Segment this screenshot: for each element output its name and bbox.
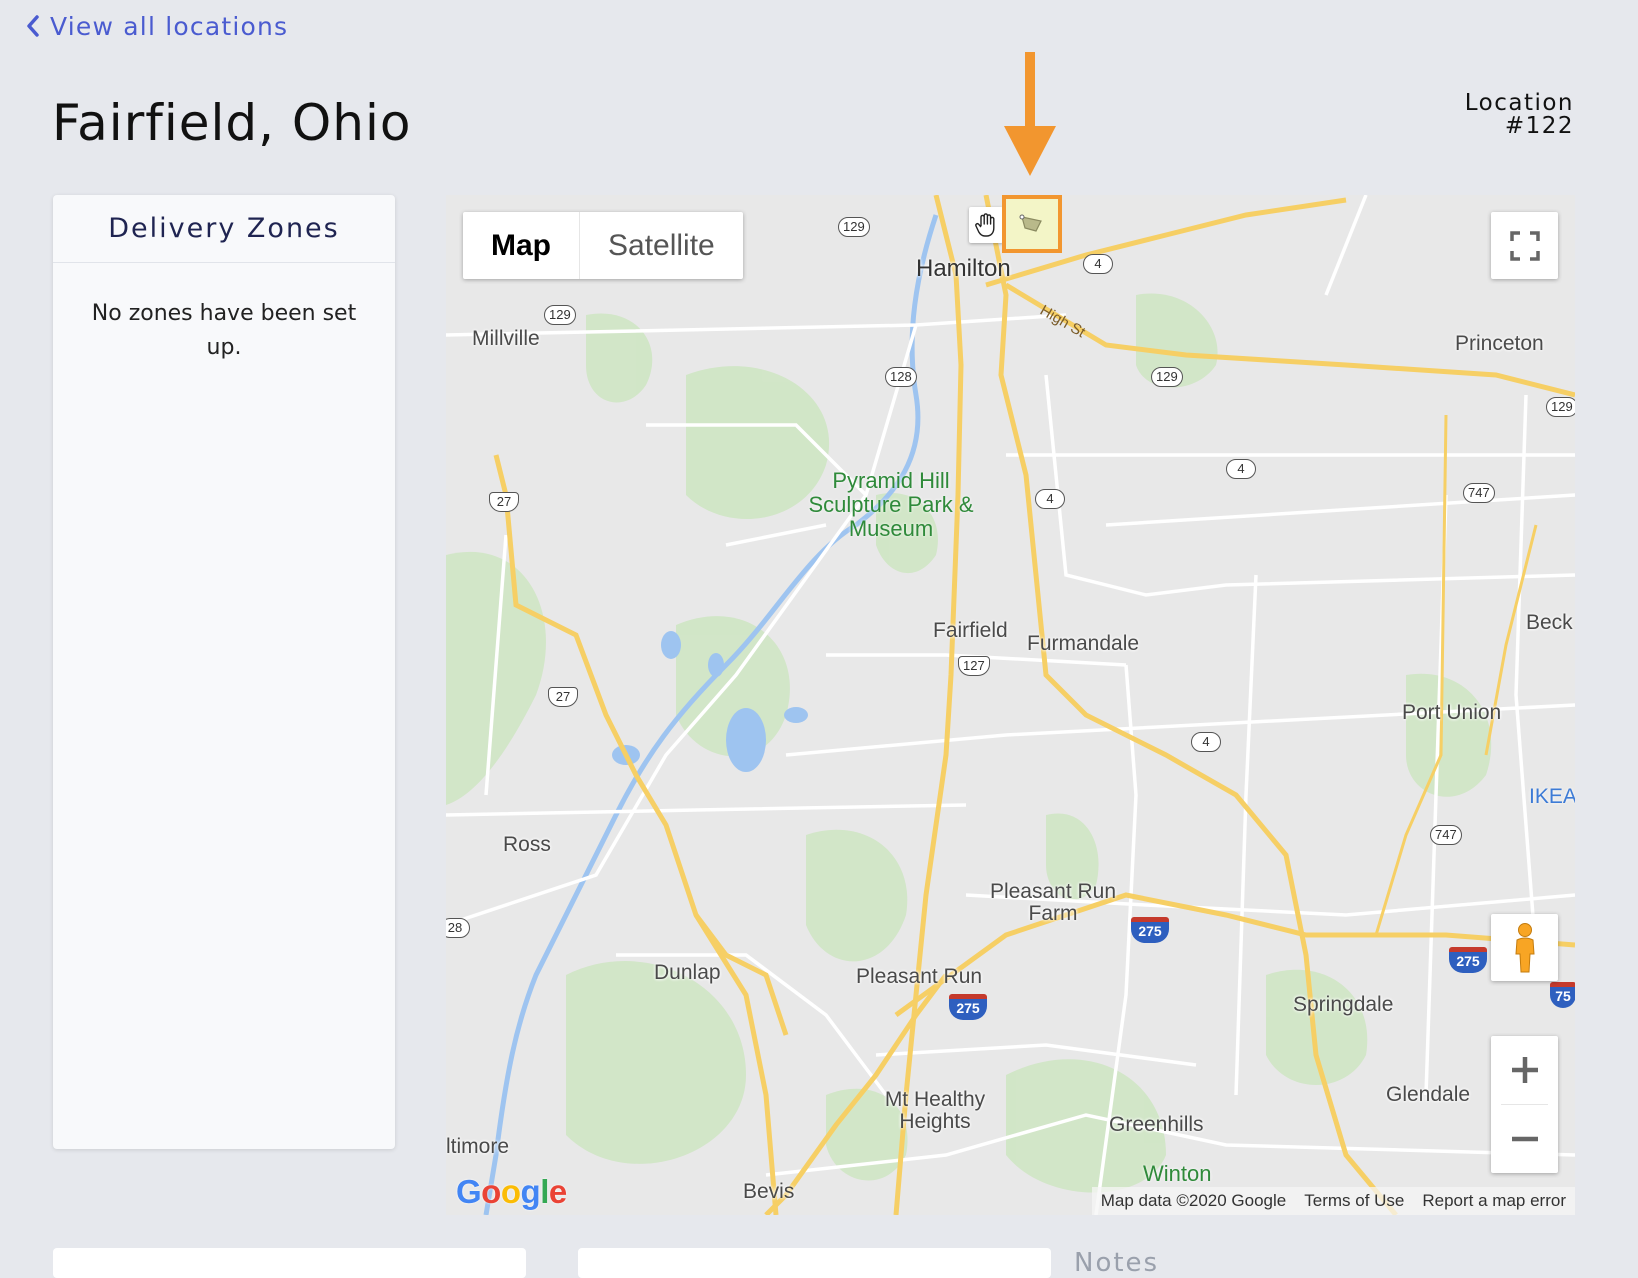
place-label: Beck bbox=[1526, 611, 1573, 634]
place-label: Princeton bbox=[1455, 332, 1544, 355]
interstate-shield: 275 bbox=[949, 994, 987, 1020]
page-title: Fairfield, Ohio bbox=[52, 94, 412, 152]
delivery-zones-panel: Delivery Zones No zones have been set up… bbox=[53, 195, 395, 1149]
location-label: Location bbox=[1464, 90, 1574, 116]
route-shield: 4 bbox=[1083, 254, 1113, 274]
zoom-out-button[interactable] bbox=[1491, 1105, 1558, 1173]
map-data-credit: Map data ©2020 Google bbox=[1100, 1191, 1287, 1210]
place-label: Pleasant Run bbox=[856, 965, 983, 988]
route-shield: 4 bbox=[1191, 732, 1221, 752]
route-shield: 128 bbox=[885, 367, 917, 387]
place-label: Bevis bbox=[743, 1180, 795, 1203]
interstate-shield: 75 bbox=[1550, 982, 1575, 1008]
street-view-pegman-button[interactable] bbox=[1491, 914, 1558, 981]
place-label: Furmandale bbox=[1027, 632, 1140, 655]
google-logo[interactable]: Google bbox=[456, 1173, 567, 1211]
place-label: Fairfield bbox=[933, 619, 1008, 642]
down-arrow-annotation bbox=[1004, 52, 1056, 176]
map-type-map-button[interactable]: Map bbox=[463, 212, 579, 279]
location-number: Location #122 bbox=[1465, 92, 1574, 138]
zoom-in-button[interactable] bbox=[1491, 1036, 1558, 1104]
place-label: Port Union bbox=[1402, 701, 1502, 724]
view-all-locations-link[interactable]: View all locations bbox=[26, 8, 288, 44]
poi-label: Pyramid Hill Sculpture Park & Museum bbox=[808, 468, 974, 541]
hand-pan-icon bbox=[975, 213, 995, 237]
route-shield: 129 bbox=[544, 305, 576, 325]
fullscreen-button[interactable] bbox=[1491, 212, 1558, 279]
route-shield: 129 bbox=[1546, 397, 1575, 417]
zoom-control bbox=[1491, 1036, 1558, 1173]
report-map-error-link[interactable]: Report a map error bbox=[1413, 1191, 1575, 1211]
chevron-left-icon bbox=[27, 15, 39, 37]
route-shield: 129 bbox=[1151, 367, 1183, 387]
place-label: Mt Healthy Heights bbox=[884, 1088, 986, 1133]
place-label: ltimore bbox=[446, 1135, 510, 1158]
route-shield: 747 bbox=[1430, 825, 1462, 845]
place-label: Hamilton bbox=[916, 255, 1011, 282]
map-view[interactable]: Hamilton Millville Princeton Pyramid Hil… bbox=[446, 195, 1575, 1215]
route-shield: 28 bbox=[446, 918, 470, 938]
place-label: Glendale bbox=[1386, 1083, 1471, 1106]
route-shield: 4 bbox=[1035, 489, 1065, 509]
interstate-shield: 275 bbox=[1131, 917, 1169, 943]
map-attribution: Map data ©2020 Google Terms of Use Repor… bbox=[1091, 1187, 1575, 1215]
route-shield: 127 bbox=[958, 656, 990, 676]
empty-zones-message: No zones have been set up. bbox=[91, 301, 357, 360]
poi-label: IKEA bbox=[1529, 785, 1575, 808]
route-shield: 747 bbox=[1463, 483, 1495, 503]
pegman-icon bbox=[1514, 922, 1535, 972]
bottom-card-left bbox=[53, 1248, 526, 1278]
back-link-label: View all locations bbox=[50, 11, 289, 41]
place-label: Millville bbox=[472, 327, 540, 350]
place-label: Winton bbox=[1143, 1161, 1212, 1186]
delivery-zones-title: Delivery Zones bbox=[53, 195, 395, 263]
place-label: Pleasant Run Farm bbox=[989, 880, 1117, 925]
location-id: #122 bbox=[1504, 113, 1574, 139]
place-label: Greenhills bbox=[1109, 1113, 1204, 1136]
draw-shape-tool-button[interactable] bbox=[1002, 195, 1062, 253]
zoom-out-icon bbox=[1511, 1136, 1538, 1142]
bottom-card-middle bbox=[578, 1248, 1051, 1278]
route-shield: 27 bbox=[489, 492, 519, 512]
draw-shape-icon bbox=[1019, 214, 1042, 232]
place-label: Springdale bbox=[1293, 993, 1394, 1016]
map-type-satellite-button[interactable]: Satellite bbox=[579, 212, 743, 279]
zoom-in-icon bbox=[1511, 1057, 1538, 1083]
route-shield: 4 bbox=[1226, 459, 1256, 479]
fullscreen-icon bbox=[1509, 230, 1540, 261]
place-label: Dunlap bbox=[654, 961, 721, 984]
map-type-control: Map Satellite bbox=[463, 212, 743, 279]
notes-heading: Notes bbox=[1074, 1248, 1160, 1278]
terms-of-use-link[interactable]: Terms of Use bbox=[1295, 1191, 1413, 1211]
place-label: Ross bbox=[503, 833, 551, 856]
route-shield: 27 bbox=[548, 687, 578, 707]
route-shield: 129 bbox=[838, 217, 870, 237]
pan-tool-button[interactable] bbox=[969, 207, 1003, 243]
interstate-shield: 275 bbox=[1449, 947, 1487, 973]
